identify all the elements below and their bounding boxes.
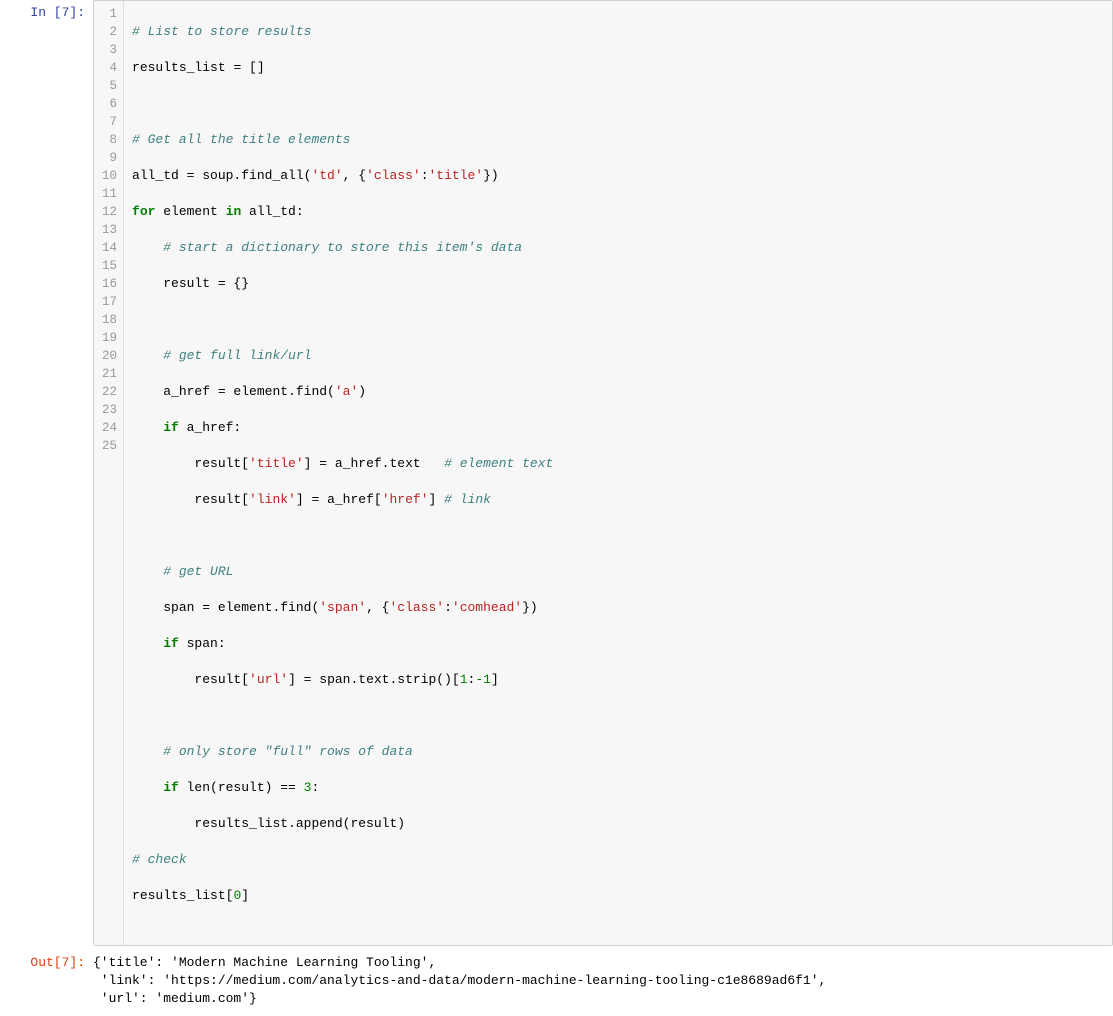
line-number: 16 (102, 275, 117, 293)
output-line: 'link': 'https://medium.com/analytics-an… (93, 973, 826, 988)
line-number: 6 (102, 95, 117, 113)
output-prompt: Out[7]: (0, 950, 93, 1012)
line-number: 1 (102, 5, 117, 23)
line-number: 21 (102, 365, 117, 383)
line-number: 23 (102, 401, 117, 419)
line-number: 25 (102, 437, 117, 455)
line-number-gutter: 1 2 3 4 5 6 7 8 9 10 11 12 13 14 15 16 1… (94, 1, 124, 945)
line-number: 22 (102, 383, 117, 401)
line-number: 10 (102, 167, 117, 185)
line-number: 15 (102, 257, 117, 275)
output-cell: Out[7]: {'title': 'Modern Machine Learni… (0, 950, 1113, 1012)
line-number: 7 (102, 113, 117, 131)
input-prompt: In [7]: (0, 0, 93, 946)
code-input-area[interactable]: 1 2 3 4 5 6 7 8 9 10 11 12 13 14 15 16 1… (93, 0, 1113, 946)
line-number: 13 (102, 221, 117, 239)
output-area: {'title': 'Modern Machine Learning Tooli… (93, 950, 1113, 1012)
line-number: 4 (102, 59, 117, 77)
input-cell: In [7]: 1 2 3 4 5 6 7 8 9 10 11 12 13 14… (0, 0, 1113, 946)
line-number: 2 (102, 23, 117, 41)
line-number: 11 (102, 185, 117, 203)
output-line: 'url': 'medium.com'} (93, 991, 257, 1006)
line-number: 17 (102, 293, 117, 311)
line-number: 19 (102, 329, 117, 347)
line-number: 9 (102, 149, 117, 167)
output-line: {'title': 'Modern Machine Learning Tooli… (93, 955, 436, 970)
line-number: 3 (102, 41, 117, 59)
line-number: 14 (102, 239, 117, 257)
line-number: 5 (102, 77, 117, 95)
code-editor[interactable]: # List to store results results_list = [… (124, 1, 1112, 945)
line-number: 18 (102, 311, 117, 329)
line-number: 8 (102, 131, 117, 149)
line-number: 12 (102, 203, 117, 221)
line-number: 20 (102, 347, 117, 365)
line-number: 24 (102, 419, 117, 437)
